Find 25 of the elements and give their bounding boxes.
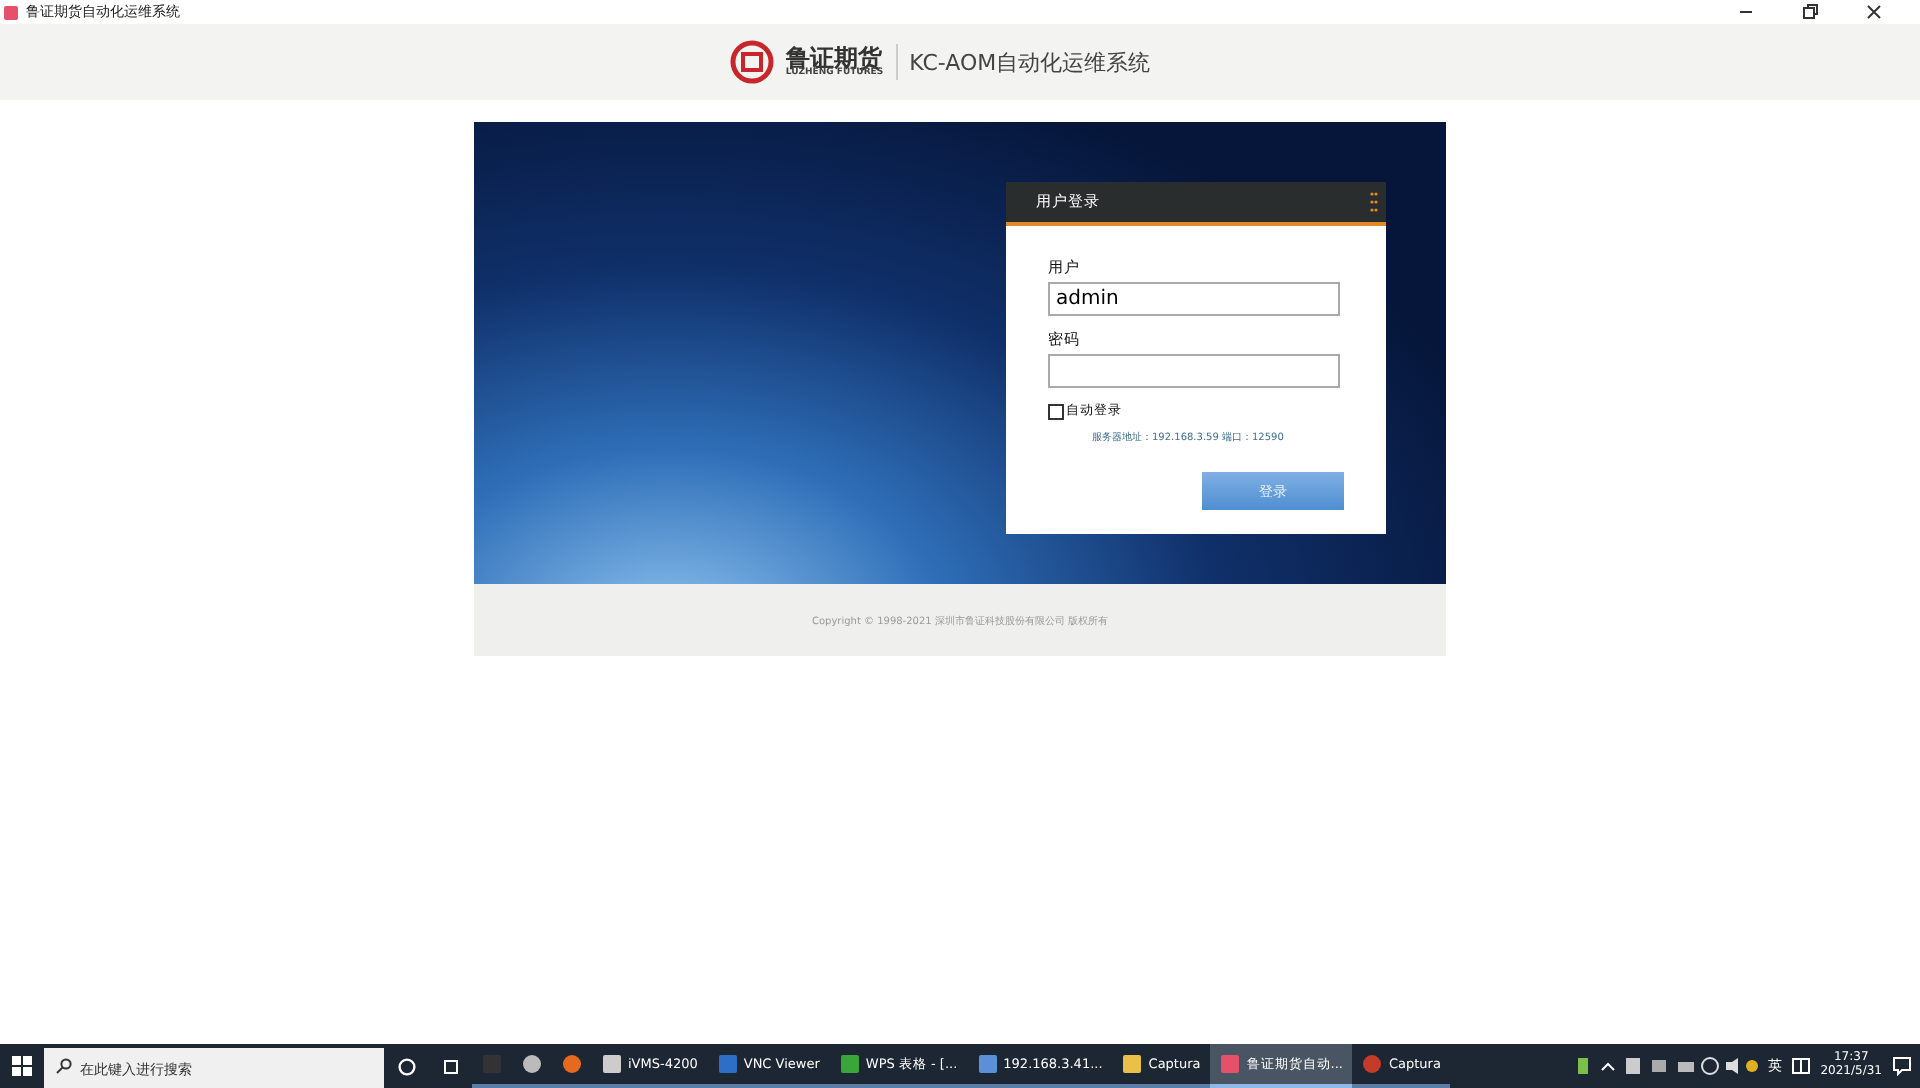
- app-icon: [4, 5, 18, 19]
- windows-icon: [12, 1056, 32, 1076]
- camera-app-icon: [602, 1054, 622, 1074]
- logo-icon: [729, 40, 774, 84]
- keyboard-icon: [1792, 1058, 1811, 1074]
- browser-app-icon: [562, 1054, 582, 1074]
- system-name: KC-AOM自动化运维系统: [909, 47, 1151, 77]
- cloud-app-icon: [522, 1054, 542, 1074]
- app-app-icon: [1220, 1054, 1241, 1074]
- sheet-app-icon: [839, 1054, 860, 1074]
- search-icon: [56, 1058, 72, 1074]
- auto-login-checkbox[interactable]: [1048, 403, 1064, 419]
- password-field[interactable]: [1048, 354, 1340, 388]
- notification-icon[interactable]: [1892, 1056, 1912, 1076]
- circle-icon: [397, 1057, 415, 1075]
- restore-icon[interactable]: [1800, 2, 1820, 22]
- folder-app-icon: [1122, 1054, 1143, 1074]
- logo-text: 鲁证期货: [785, 45, 882, 70]
- vnc-app-icon: [717, 1054, 738, 1074]
- task-view-icon: [441, 1057, 459, 1075]
- close-icon[interactable]: [1864, 2, 1884, 22]
- username-field[interactable]: admin: [1048, 282, 1340, 316]
- grip-icon: [1370, 192, 1378, 212]
- remote-app-icon: [977, 1054, 998, 1074]
- record-app-icon: [1362, 1054, 1383, 1074]
